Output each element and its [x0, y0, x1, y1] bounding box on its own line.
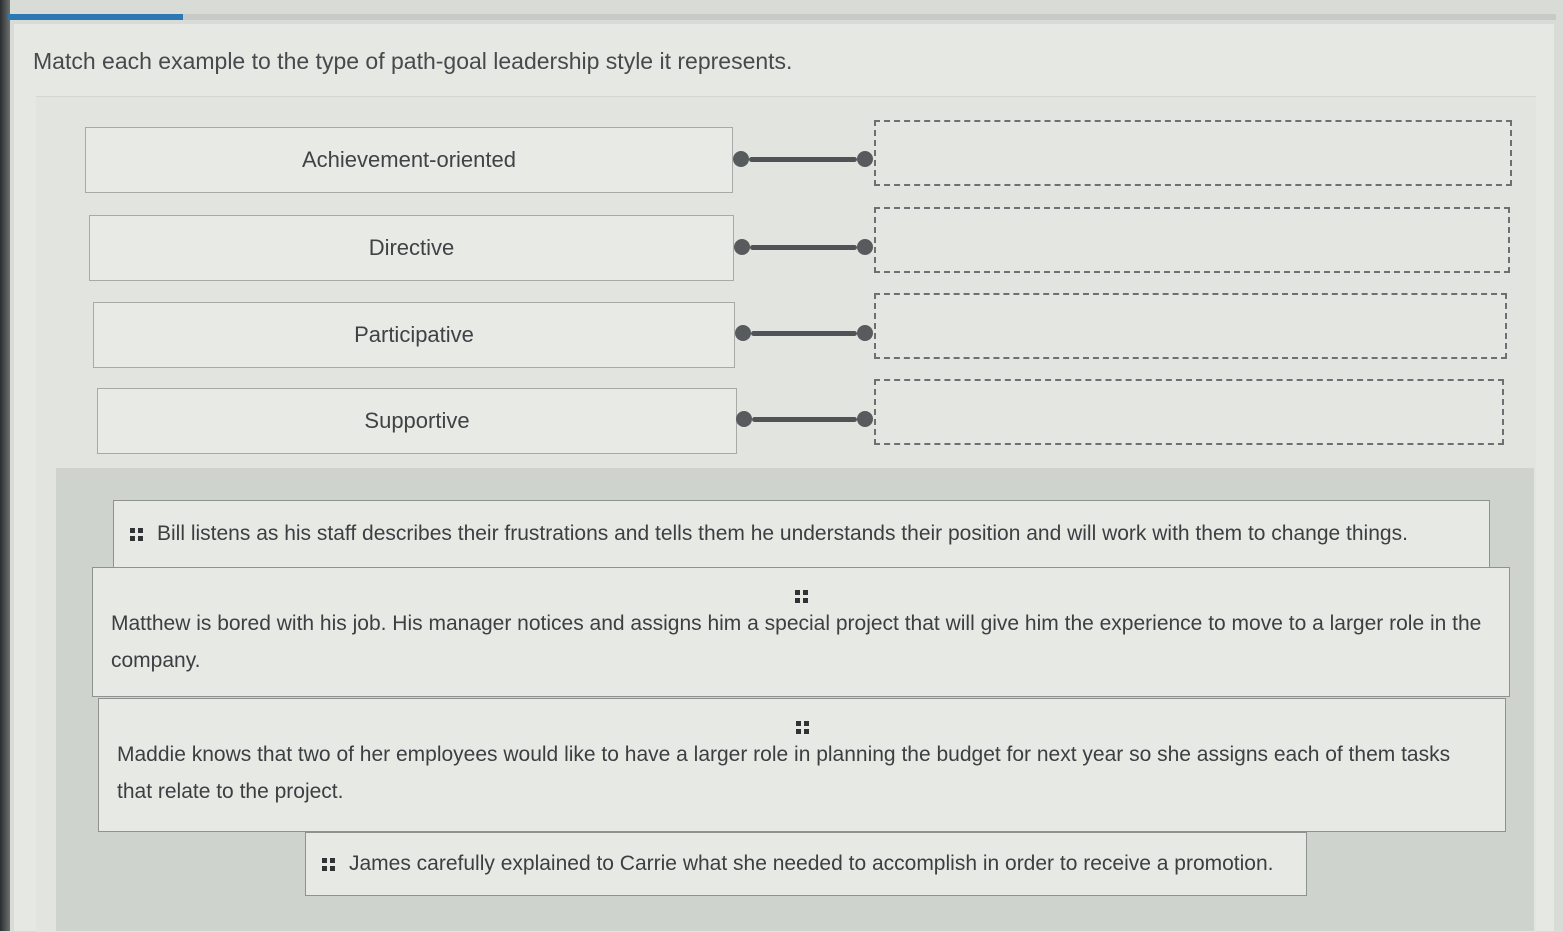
answer-text: James carefully explained to Carrie what…: [349, 852, 1274, 875]
connector-line: [750, 244, 857, 250]
answer-text: Matthew is bored with his job. His manag…: [111, 612, 1482, 672]
connector-end-dot: [857, 411, 873, 427]
connector-start-dot: [733, 151, 749, 167]
grip-icon[interactable]: [322, 857, 335, 871]
answer-text: Maddie knows that two of her employees w…: [117, 743, 1451, 803]
connector-supportive: [736, 411, 873, 427]
drop-slot-participative[interactable]: [874, 293, 1507, 359]
grip-icon[interactable]: [794, 590, 808, 603]
connector-achievement-oriented: [733, 151, 873, 167]
screen-edge: [0, 0, 10, 931]
drop-slot-achievement-oriented[interactable]: [874, 120, 1512, 186]
target-supportive: Supportive: [97, 388, 737, 454]
draggable-answer-matthew[interactable]: Matthew is bored with his job. His manag…: [92, 567, 1510, 697]
progress-fill: [8, 14, 183, 20]
question-prompt: Match each example to the type of path-g…: [33, 48, 793, 74]
draggable-answer-james[interactable]: James carefully explained to Carrie what…: [305, 832, 1307, 896]
drop-slot-directive[interactable]: [874, 207, 1510, 273]
connector-line: [751, 330, 857, 336]
connector-line: [752, 416, 857, 422]
connector-directive: [734, 239, 873, 255]
target-participative: Participative: [93, 302, 735, 368]
connector-start-dot: [736, 411, 752, 427]
connector-end-dot: [857, 151, 873, 167]
connector-participative: [735, 325, 873, 341]
draggable-answer-bill[interactable]: Bill listens as his staff describes thei…: [113, 500, 1490, 568]
connector-end-dot: [857, 325, 873, 341]
drop-slot-supportive[interactable]: [874, 379, 1504, 445]
target-achievement-oriented: Achievement-oriented: [85, 127, 733, 193]
connector-line: [749, 156, 857, 162]
target-directive: Directive: [89, 215, 734, 281]
progress-bar: [8, 14, 1556, 20]
answer-text: Bill listens as his staff describes thei…: [157, 522, 1408, 545]
connector-start-dot: [735, 325, 751, 341]
connector-end-dot: [857, 239, 873, 255]
grip-icon[interactable]: [130, 527, 143, 541]
grip-icon[interactable]: [795, 721, 809, 734]
connector-start-dot: [734, 239, 750, 255]
draggable-answer-maddie[interactable]: Maddie knows that two of her employees w…: [98, 698, 1506, 832]
